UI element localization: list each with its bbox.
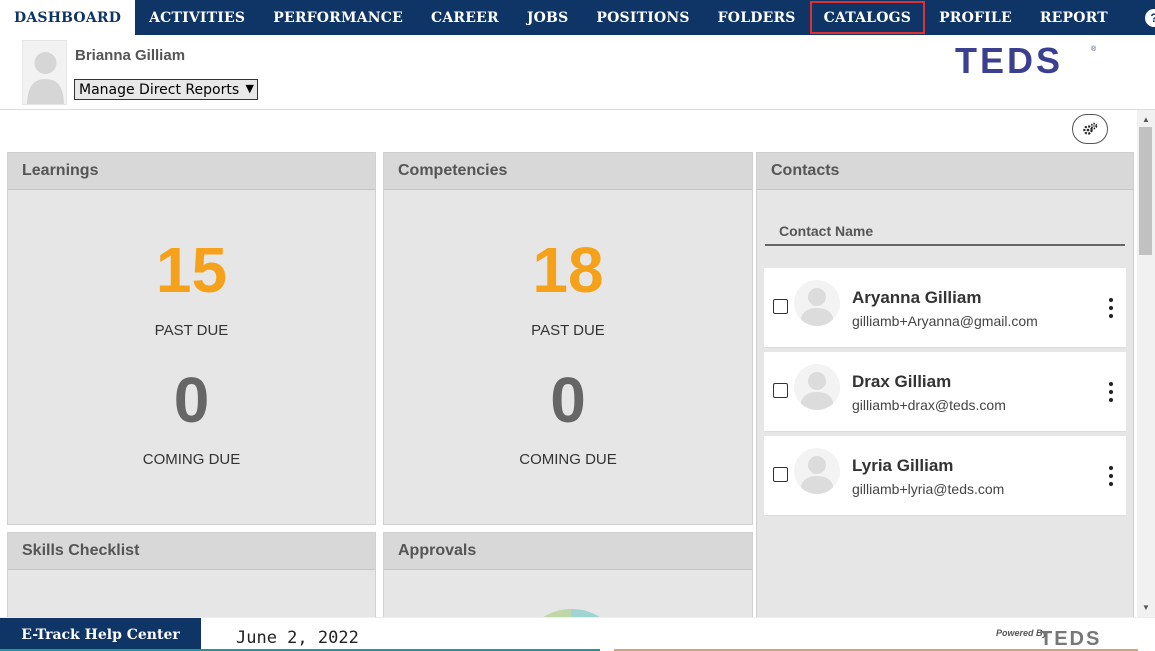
more-vertical-icon[interactable] [1108, 466, 1114, 486]
nav-profile[interactable]: PROFILE [925, 0, 1026, 35]
competencies-coming-due-count[interactable]: 0 [384, 363, 752, 437]
question-circle-icon[interactable]: ? [1145, 9, 1155, 27]
nav-dashboard[interactable]: DASHBOARD [0, 0, 136, 35]
nav-performance[interactable]: PERFORMANCE [259, 0, 417, 35]
contact-card[interactable]: Aryanna Gilliam gilliamb+Aryanna@gmail.c… [764, 268, 1126, 348]
avatar [22, 40, 67, 105]
contact-avatar [794, 280, 840, 326]
approvals-pie-chart [537, 608, 606, 621]
chevron-down-icon: ▼ [245, 82, 254, 95]
page-scrollbar-thumb[interactable] [1139, 127, 1152, 255]
more-vertical-icon[interactable] [1108, 298, 1114, 318]
contact-avatar [794, 364, 840, 410]
contact-email: gilliamb+lyria@teds.com [852, 481, 1005, 497]
footer-date: June 2, 2022 [236, 628, 359, 648]
svg-text:®: ® [1091, 45, 1097, 53]
contact-card[interactable]: Drax Gilliam gilliamb+drax@teds.com [764, 352, 1126, 432]
contacts-panel: Contacts Contact Name Aryanna Gilliam gi… [756, 152, 1134, 622]
contact-email: gilliamb+Aryanna@gmail.com [852, 313, 1038, 329]
learnings-panel: Learnings 15 PAST DUE 0 COMING DUE [7, 152, 376, 525]
contact-name[interactable]: Drax Gilliam [852, 372, 951, 392]
more-vertical-icon[interactable] [1108, 382, 1114, 402]
person-silhouette-icon [800, 288, 834, 326]
learnings-coming-due-label: COMING DUE [142, 451, 241, 468]
approvals-panel: Approvals [383, 532, 753, 622]
top-nav: DASHBOARD ACTIVITIES PERFORMANCE CAREER … [0, 0, 1155, 35]
learnings-past-due-count[interactable]: 15 [8, 233, 375, 307]
contact-name[interactable]: Aryanna Gilliam [852, 288, 981, 308]
nav-positions[interactable]: POSITIONS [582, 0, 703, 35]
nav-jobs[interactable]: JOBS [513, 0, 583, 35]
competencies-past-due-count[interactable]: 18 [384, 233, 752, 307]
competencies-coming-due-label: COMING DUE [519, 451, 617, 468]
contacts-title: Contacts [757, 153, 1133, 190]
contact-checkbox[interactable] [773, 299, 788, 314]
manage-direct-reports-select[interactable]: Manage Direct Reports ▼ [74, 79, 258, 100]
competencies-title: Competencies [384, 153, 752, 190]
person-silhouette-icon [27, 52, 64, 104]
contact-checkbox[interactable] [773, 383, 788, 398]
skills-checklist-panel: Skills Checklist [7, 532, 376, 622]
competencies-panel: Competencies 18 PAST DUE 0 COMING DUE [383, 152, 753, 525]
powered-logo-text: TEDS [1040, 628, 1101, 648]
learnings-title: Learnings [8, 153, 375, 190]
gears-icon [1083, 122, 1098, 135]
person-silhouette-icon [800, 372, 834, 410]
competencies-past-due-label: PAST DUE [531, 322, 605, 339]
nav-folders[interactable]: FOLDERS [704, 0, 810, 35]
contact-avatar [794, 448, 840, 494]
footer: E-Track Help Center June 2, 2022 Powered… [0, 617, 1155, 651]
learnings-coming-due-count[interactable]: 0 [8, 363, 375, 437]
nav-report[interactable]: REPORT [1026, 0, 1122, 35]
nav-career[interactable]: CAREER [417, 0, 513, 35]
app-root: DASHBOARD ACTIVITIES PERFORMANCE CAREER … [0, 0, 1155, 651]
contact-card[interactable]: Lyria Gilliam gilliamb+lyria@teds.com [764, 436, 1126, 516]
learnings-past-due-label: PAST DUE [154, 322, 229, 339]
dashboard-settings-button[interactable] [1072, 114, 1108, 144]
skills-checklist-title: Skills Checklist [8, 533, 375, 570]
contact-email: gilliamb+drax@teds.com [852, 397, 1006, 413]
person-silhouette-icon [800, 456, 834, 494]
scroll-down-arrow-icon[interactable]: ▼ [1137, 600, 1155, 614]
contact-checkbox[interactable] [773, 467, 788, 482]
powered-by-teds-logo: Powered By TEDS [996, 628, 1101, 648]
approvals-title: Approvals [384, 533, 752, 570]
help-center-button[interactable]: E-Track Help Center [0, 618, 201, 651]
contact-name-column-header[interactable]: Contact Name [765, 223, 1125, 246]
nav-activities[interactable]: ACTIVITIES [135, 0, 259, 35]
teds-logo-text: TEDS [955, 43, 1063, 77]
select-value: Manage Direct Reports [79, 81, 240, 98]
nav-catalogs[interactable]: CATALOGS [809, 1, 926, 34]
teds-logo: TEDS ® [955, 43, 1097, 77]
contact-name[interactable]: Lyria Gilliam [852, 456, 953, 476]
user-name: Brianna Gilliam [75, 47, 186, 64]
scroll-up-arrow-icon[interactable]: ▲ [1137, 112, 1155, 126]
user-header: Brianna Gilliam Manage Direct Reports ▼ … [0, 35, 1155, 110]
